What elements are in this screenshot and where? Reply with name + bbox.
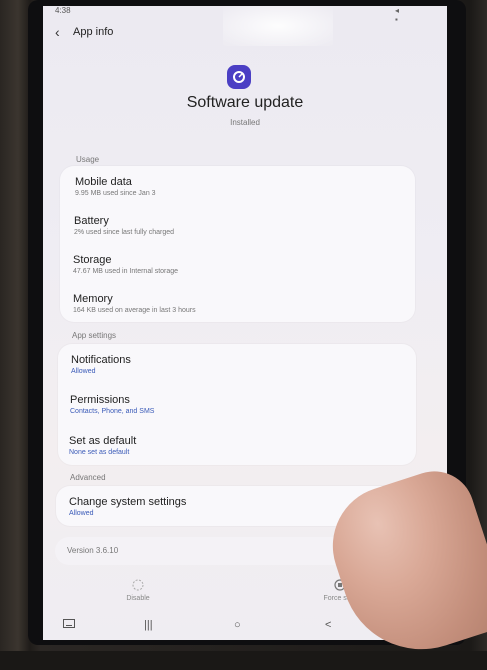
battery-title: Battery bbox=[74, 215, 109, 227]
home-button[interactable]: ○ bbox=[234, 619, 241, 631]
disable-icon bbox=[132, 579, 144, 591]
disable-label: Disable bbox=[126, 595, 150, 602]
change-system-settings-sub: Allowed bbox=[69, 510, 94, 517]
storage-row[interactable]: Storage 47.67 MB used in Internal storag… bbox=[60, 244, 415, 283]
page-title: App info bbox=[73, 26, 114, 38]
disable-button[interactable]: Disable bbox=[113, 579, 163, 602]
mobile-data-sub: 9.95 MB used since Jan 3 bbox=[75, 190, 156, 197]
app-settings-card: Notifications Allowed Permissions Contac… bbox=[58, 344, 416, 465]
storage-sub: 47.67 MB used in Internal storage bbox=[73, 268, 179, 275]
memory-sub: 164 KB used on average in last 3 hours bbox=[73, 307, 196, 314]
notifications-row[interactable]: Notifications Allowed bbox=[58, 344, 416, 384]
mobile-data-title: Mobile data bbox=[75, 176, 132, 188]
set-as-default-title: Set as default bbox=[69, 435, 137, 447]
recents-button[interactable]: ||| bbox=[144, 619, 153, 631]
set-as-default-row[interactable]: Set as default None set as default bbox=[58, 424, 416, 465]
back-arrow-icon[interactable]: ‹ bbox=[55, 24, 73, 40]
storage-title: Storage bbox=[73, 254, 112, 266]
app-bar: ‹ App info bbox=[55, 22, 113, 42]
mobile-data-row[interactable]: Mobile data 9.95 MB used since Jan 3 bbox=[60, 166, 415, 205]
battery-sub: 2% used since last fully charged bbox=[74, 229, 174, 236]
app-name: Software update bbox=[186, 94, 304, 111]
permissions-title: Permissions bbox=[70, 394, 130, 406]
status-icons: ◂ ▪ bbox=[395, 6, 400, 24]
app-install-status: Installed bbox=[230, 118, 260, 127]
usage-card: Mobile data 9.95 MB used since Jan 3 Bat… bbox=[60, 166, 415, 322]
status-time: 4:38 bbox=[55, 6, 71, 15]
status-bar: 4:38 ◂ ▪ bbox=[55, 6, 399, 24]
memory-title: Memory bbox=[73, 293, 113, 305]
keyboard-icon[interactable] bbox=[63, 619, 75, 632]
permissions-sub: Contacts, Phone, and SMS bbox=[70, 408, 155, 415]
version-text: Version 3.6.10 bbox=[67, 546, 119, 555]
change-system-settings-title: Change system settings bbox=[69, 496, 187, 508]
section-advanced-label: Advanced bbox=[70, 473, 106, 482]
set-as-default-sub: None set as default bbox=[69, 449, 130, 456]
light-glare bbox=[223, 6, 333, 46]
battery-row[interactable]: Battery 2% used since last fully charged bbox=[60, 205, 415, 244]
memory-row[interactable]: Memory 164 KB used on average in last 3 … bbox=[60, 283, 415, 322]
back-button[interactable]: < bbox=[325, 619, 331, 631]
notifications-title: Notifications bbox=[71, 354, 131, 366]
section-usage-label: Usage bbox=[76, 155, 100, 164]
notifications-sub: Allowed bbox=[71, 368, 96, 375]
section-app-settings-label: App settings bbox=[72, 331, 117, 340]
software-update-icon bbox=[227, 65, 251, 89]
permissions-row[interactable]: Permissions Contacts, Phone, and SMS bbox=[58, 384, 416, 424]
